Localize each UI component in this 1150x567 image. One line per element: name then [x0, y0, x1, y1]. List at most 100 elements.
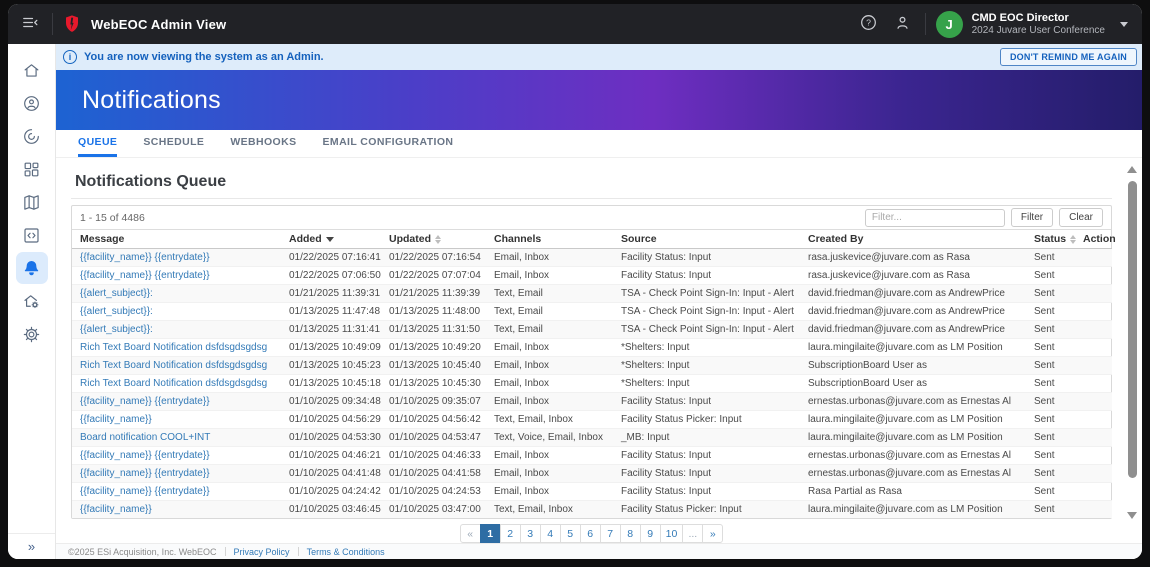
message-link[interactable]: {{facility_name}} — [80, 504, 152, 515]
message-link[interactable]: {{facility_name}} {{entrydate}} — [80, 450, 210, 461]
incident-spiral-icon — [22, 127, 41, 146]
scrollbar-track[interactable] — [1126, 173, 1138, 512]
sidebar-expand-button[interactable]: » — [8, 533, 55, 559]
cell-source: Facility Status Picker: Input — [613, 411, 800, 429]
scroll-up-icon[interactable] — [1127, 166, 1137, 173]
column-header-created_by[interactable]: Created By — [800, 230, 1026, 249]
sidebar-item-users[interactable] — [16, 87, 48, 119]
tab-email-configuration[interactable]: EMAIL CONFIGURATION — [323, 130, 454, 157]
sidebar-item-home[interactable] — [16, 54, 48, 86]
filter-button[interactable]: Filter — [1011, 208, 1053, 227]
sidebar-item-maps[interactable] — [16, 186, 48, 218]
page-button-8[interactable]: 8 — [620, 524, 641, 543]
page-button-4[interactable]: 4 — [540, 524, 561, 543]
cell-status: Sent — [1026, 321, 1075, 339]
message-link[interactable]: {{alert_subject}}: — [80, 288, 153, 299]
sidebar-item-boards[interactable] — [16, 153, 48, 185]
message-link[interactable]: {{facility_name}} {{entrydate}} — [80, 396, 210, 407]
help-button[interactable]: ? — [857, 12, 881, 36]
message-link[interactable]: {{facility_name}} {{entrydate}} — [80, 468, 210, 479]
filter-input[interactable] — [865, 209, 1005, 227]
page-button-6[interactable]: 6 — [580, 524, 601, 543]
cell-added: 01/13/2025 11:31:41 — [281, 321, 381, 339]
privacy-policy-link[interactable]: Privacy Policy — [234, 547, 290, 557]
profile-button[interactable] — [891, 12, 915, 36]
tab-schedule[interactable]: SCHEDULE — [143, 130, 204, 157]
cell-status: Sent — [1026, 483, 1075, 501]
cell-created_by: ernestas.urbonas@juvare.com as Ernestas … — [800, 447, 1026, 465]
column-header-channels[interactable]: Channels — [486, 230, 613, 249]
table-header-row: MessageAddedUpdated Channels Source Created… — [72, 230, 1112, 249]
user-menu[interactable]: J CMD EOC Director 2024 Juvare User Conf… — [936, 11, 1128, 38]
cell-message: Rich Text Board Notification dsfdsgdsgds… — [72, 375, 281, 393]
message-link[interactable]: Board notification COOL+INT — [80, 432, 210, 443]
cell-action — [1075, 339, 1112, 357]
message-link[interactable]: Rich Text Board Notification dsfdsgdsgds… — [80, 342, 267, 353]
cell-created_by: ernestas.urbonas@juvare.com as Ernestas … — [800, 465, 1026, 483]
column-header-action[interactable]: Action — [1075, 230, 1112, 249]
cell-source: TSA - Check Point Sign-In: Input - Alert — [613, 285, 800, 303]
page-button-7[interactable]: 7 — [600, 524, 621, 543]
cell-created_by: rasa.juskevice@juvare.com as Rasa — [800, 249, 1026, 267]
message-link[interactable]: {{facility_name}} {{entrydate}} — [80, 486, 210, 497]
column-header-added[interactable]: Added — [281, 230, 381, 249]
message-link[interactable]: {{facility_name}} {{entrydate}} — [80, 270, 210, 281]
message-link[interactable]: {{facility_name}} — [80, 414, 152, 425]
admin-banner-text: You are now viewing the system as an Adm… — [84, 51, 324, 63]
menu-collapse-button[interactable] — [18, 12, 42, 36]
cell-added: 01/10/2025 04:56:29 — [281, 411, 381, 429]
page-button-3[interactable]: 3 — [520, 524, 541, 543]
page-prev-button[interactable]: « — [460, 524, 481, 543]
message-link[interactable]: {{facility_name}} {{entrydate}} — [80, 252, 210, 263]
page-button-2[interactable]: 2 — [500, 524, 521, 543]
column-header-message[interactable]: Message — [72, 230, 281, 249]
cell-source: Facility Status: Input — [613, 483, 800, 501]
cell-created_by: ernestas.urbonas@juvare.com as Ernestas … — [800, 393, 1026, 411]
cell-updated: 01/10/2025 04:53:47 — [381, 429, 486, 447]
info-icon: i — [63, 50, 77, 64]
message-link[interactable]: {{alert_subject}}: — [80, 324, 153, 335]
sidebar-item-notifications[interactable] — [16, 252, 48, 284]
table-row: {{facility_name}} {{entrydate}}01/10/202… — [72, 393, 1112, 411]
cell-action — [1075, 285, 1112, 303]
cell-added: 01/13/2025 10:45:23 — [281, 357, 381, 375]
cell-source: Facility Status: Input — [613, 447, 800, 465]
page-button-9[interactable]: 9 — [640, 524, 661, 543]
cell-status: Sent — [1026, 411, 1075, 429]
page-button-1[interactable]: 1 — [480, 524, 501, 543]
column-header-updated[interactable]: Updated — [381, 230, 486, 249]
scrollbar-thumb[interactable] — [1128, 181, 1137, 478]
sidebar-item-incidents[interactable] — [16, 120, 48, 152]
sidebar-item-agency[interactable] — [16, 285, 48, 317]
cell-created_by: SubscriptionBoard User as — [800, 357, 1026, 375]
column-label: Channels — [494, 233, 541, 245]
message-link[interactable]: Rich Text Board Notification dsfdsgdsgds… — [80, 378, 267, 389]
column-header-status[interactable]: Status — [1026, 230, 1075, 249]
cell-status: Sent — [1026, 393, 1075, 411]
cell-created_by: Rasa Partial as Rasa — [800, 483, 1026, 501]
cell-message: {{facility_name}} — [72, 501, 281, 519]
message-link[interactable]: Rich Text Board Notification dsfdsgdsgds… — [80, 360, 267, 371]
scroll-down-icon[interactable] — [1127, 512, 1137, 519]
column-label: Created By — [808, 233, 863, 245]
cell-action — [1075, 303, 1112, 321]
tab-webhooks[interactable]: WEBHOOKS — [230, 130, 296, 157]
sidebar-item-plugins[interactable] — [16, 219, 48, 251]
page-button-5[interactable]: 5 — [560, 524, 581, 543]
sidebar-item-settings[interactable] — [16, 318, 48, 350]
table-row: Board notification COOL+INT 01/10/2025 04… — [72, 429, 1112, 447]
cell-channels: Email, Inbox — [486, 339, 613, 357]
clear-button[interactable]: Clear — [1059, 208, 1103, 227]
terms-conditions-link[interactable]: Terms & Conditions — [307, 547, 385, 557]
page-next-button[interactable]: » — [702, 524, 723, 543]
cell-added: 01/13/2025 11:47:48 — [281, 303, 381, 321]
column-label: Status — [1034, 233, 1066, 245]
page-button-10[interactable]: 10 — [660, 524, 684, 543]
message-link[interactable]: {{alert_subject}}: — [80, 306, 153, 317]
column-header-source[interactable]: Source — [613, 230, 800, 249]
cell-channels: Text, Email, Inbox — [486, 501, 613, 519]
scrollbar[interactable] — [1126, 166, 1138, 519]
dont-remind-button[interactable]: DON'T REMIND ME AGAIN — [1000, 48, 1137, 66]
sort-icon — [1070, 235, 1076, 244]
tab-queue[interactable]: QUEUE — [78, 130, 117, 157]
